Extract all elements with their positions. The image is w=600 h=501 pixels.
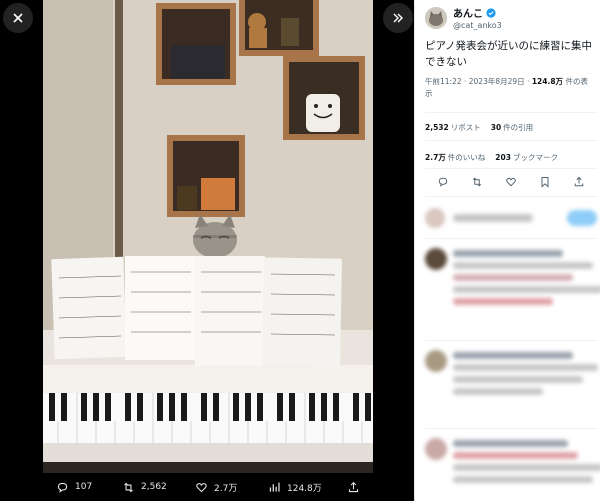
reply-item[interactable] — [425, 248, 600, 305]
author-name[interactable]: あんこ — [453, 5, 483, 20]
reposts-stat[interactable]: 2,532 リポスト — [425, 122, 481, 133]
reply-icon — [57, 482, 68, 493]
likes-stat-label: 件のいいね — [447, 153, 486, 162]
views-count: 124.8万 — [287, 483, 322, 494]
share-action[interactable] — [347, 473, 360, 501]
tweet-meta: 午前11:22 · 2023年8月29日 · 124.8万 件の表示 — [425, 76, 595, 100]
reply-item[interactable] — [425, 438, 600, 483]
tweet-action-bar — [425, 176, 597, 188]
repost-icon — [124, 482, 133, 492]
likes-stat[interactable]: 2.7万 件のいいね — [425, 152, 485, 163]
chevrons-right-icon — [393, 13, 403, 23]
reply-avatar — [425, 350, 447, 372]
reply-avatar — [425, 248, 447, 270]
close-button[interactable] — [3, 3, 33, 33]
divider — [425, 238, 597, 239]
share-icon[interactable] — [573, 176, 585, 188]
composer-placeholder-blurred — [453, 214, 533, 222]
divider — [425, 340, 597, 341]
tweet-text: ピアノ発表会が近いのに練習に集中できない — [425, 40, 593, 68]
reply-item[interactable] — [425, 350, 598, 395]
media-viewer: 107 2,562 2.7万 124.8万 — [0, 0, 414, 501]
divider — [425, 196, 597, 197]
reposts-stat-label: リポスト — [450, 123, 481, 132]
reply-count: 107 — [75, 482, 93, 492]
divider — [425, 140, 597, 141]
author-block[interactable]: あんこ @cat_anko3 — [425, 5, 502, 30]
media-action-bar: 107 2,562 2.7万 124.8万 — [0, 473, 414, 501]
reply-content-blurred — [453, 248, 600, 305]
bookmarks-stat-label: ブックマーク — [512, 153, 558, 162]
like-count: 2.7万 — [214, 483, 238, 494]
heart-icon[interactable] — [505, 176, 517, 188]
expand-panel-button[interactable] — [383, 3, 413, 33]
quotes-stat[interactable]: 30 件の引用 — [491, 122, 533, 133]
quotes-stat-label: 件の引用 — [503, 123, 534, 132]
heart-icon — [196, 482, 207, 492]
reply-content-blurred — [453, 438, 600, 483]
analytics-icon — [269, 482, 280, 492]
reply-submit-button[interactable] — [567, 210, 597, 226]
like-action[interactable]: 2.7万 — [195, 473, 237, 501]
repost-count: 2,562 — [141, 482, 167, 492]
reply-action[interactable]: 107 — [56, 473, 92, 501]
verified-badge-icon — [486, 7, 496, 18]
close-icon — [13, 13, 23, 23]
reply-avatar — [425, 438, 447, 460]
reply-composer[interactable] — [425, 205, 597, 231]
divider — [425, 168, 597, 169]
stats-row-1: 2,532 リポスト 30 件の引用 — [425, 122, 533, 133]
tweet-detail-panel: あんこ @cat_anko3 ピアノ発表会が近いのに練習に集中できない 午前11… — [414, 0, 600, 501]
reply-content-blurred — [453, 350, 598, 395]
bookmark-icon[interactable] — [539, 176, 551, 188]
divider — [425, 428, 597, 429]
bookmarks-stat-count: 203 — [495, 153, 511, 162]
reposts-stat-count: 2,532 — [425, 123, 449, 132]
photo-illustration — [43, 0, 373, 473]
tweet-photo[interactable] — [43, 0, 373, 473]
composer-avatar — [425, 208, 445, 228]
avatar[interactable] — [425, 6, 447, 29]
divider — [425, 112, 597, 113]
quotes-stat-count: 30 — [490, 123, 502, 132]
reply-icon[interactable] — [437, 176, 449, 188]
author-handle[interactable]: @cat_anko3 — [453, 21, 502, 30]
tweet-timestamp[interactable]: 午前11:22 · 2023年8月29日 · — [425, 77, 532, 86]
repost-icon[interactable] — [471, 176, 483, 188]
views-action[interactable]: 124.8万 — [268, 473, 322, 501]
cat-avatar-image — [425, 6, 447, 29]
repost-action[interactable]: 2,562 — [122, 473, 167, 501]
share-icon — [348, 481, 359, 492]
stats-row-2: 2.7万 件のいいね 203 ブックマーク — [425, 152, 558, 163]
tweet-view-count: 124.8万 — [531, 77, 564, 86]
bookmarks-stat[interactable]: 203 ブックマーク — [495, 152, 558, 163]
likes-stat-count: 2.7万 — [425, 153, 446, 162]
